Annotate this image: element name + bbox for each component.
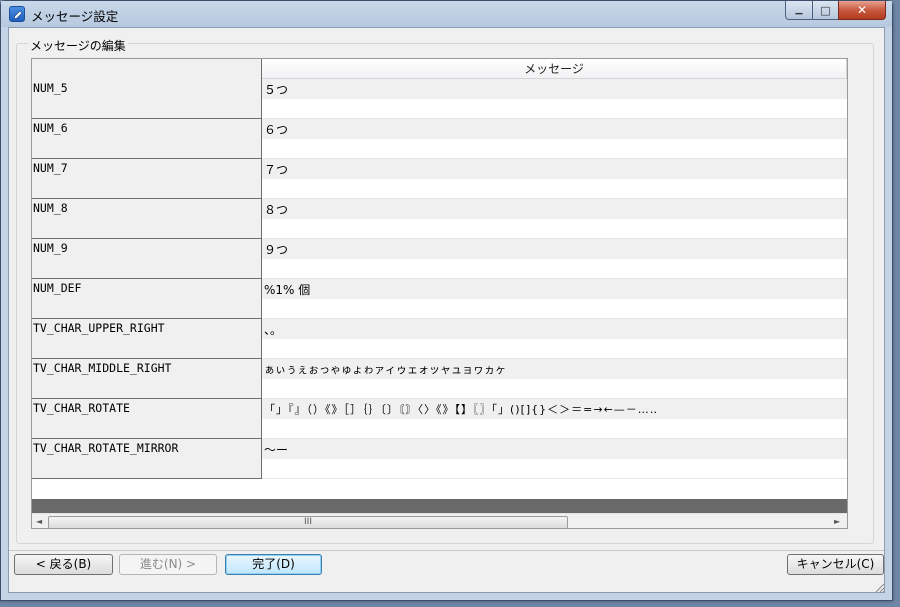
key-cell[interactable]: NUM_6	[32, 119, 262, 159]
table-row[interactable]: NUM_7 ７つ	[32, 159, 847, 199]
dialog-client-area: メッセージの編集 キー メッセージ NUM_5 ５つ NUM_6 ６つ	[8, 27, 885, 593]
horizontal-scroll-thumb[interactable]: III	[48, 516, 568, 528]
key-cell[interactable]: NUM_9	[32, 239, 262, 279]
key-cell[interactable]: NUM_5	[32, 79, 262, 119]
scroll-grip-icon: III	[304, 517, 312, 527]
scroll-right-arrow-icon[interactable]: ►	[834, 517, 840, 526]
message-cell-extra[interactable]	[262, 459, 847, 479]
message-cell-extra[interactable]	[262, 299, 847, 319]
minimize-button[interactable]: ▁	[785, 1, 813, 20]
message-cell[interactable]: ～ー	[262, 439, 847, 459]
message-cell-extra[interactable]	[262, 219, 847, 239]
title-bar[interactable]: メッセージ設定 ▁ □ ✕	[1, 1, 892, 27]
table-row[interactable]: TV_CHAR_MIDDLE_RIGHT ぁぃぅぇぉっゃゅょゎァィゥェォッャュョ…	[32, 359, 847, 399]
key-cell[interactable]: TV_CHAR_ROTATE_MIRROR	[32, 439, 262, 479]
message-cell-extra[interactable]	[262, 419, 847, 439]
table-row[interactable]: TV_CHAR_ROTATE_MIRROR ～ー	[32, 439, 847, 479]
message-cell-extra[interactable]	[262, 179, 847, 199]
message-cell[interactable]: %1% 個	[262, 279, 847, 299]
table-row[interactable]: TV_CHAR_ROTATE 「」『』（）《》［］｛｝〔〕〘〙〈〉《》【】〖〗「…	[32, 399, 847, 439]
table-row[interactable]: NUM_9 ９つ	[32, 239, 847, 279]
message-cell[interactable]: ６つ	[262, 119, 847, 139]
finish-button[interactable]: 完了(D)	[225, 554, 322, 575]
table-row[interactable]: NUM_6 ６つ	[32, 119, 847, 159]
table-row[interactable]: NUM_DEF %1% 個	[32, 279, 847, 319]
message-cell-extra[interactable]	[262, 259, 847, 279]
message-cell[interactable]: ５つ	[262, 79, 847, 99]
key-cell[interactable]: NUM_8	[32, 199, 262, 239]
message-cell[interactable]: 「」『』（）《》［］｛｝〔〕〘〙〈〉《》【】〖〗「」()[]{}＜＞＝=→←—－…	[262, 399, 847, 419]
key-cell[interactable]: TV_CHAR_UPPER_RIGHT	[32, 319, 262, 359]
message-cell[interactable]: ９つ	[262, 239, 847, 259]
message-cell-extra[interactable]	[262, 139, 847, 159]
pencil-app-icon	[9, 6, 25, 22]
table-row[interactable]: NUM_8 ８つ	[32, 199, 847, 239]
table-row[interactable]: NUM_5 ５つ	[32, 79, 847, 119]
group-label: メッセージの編集	[28, 37, 128, 54]
maximize-icon: □	[820, 3, 831, 17]
minimize-icon: ▁	[795, 5, 803, 15]
grid-bottom-bar	[32, 499, 847, 513]
message-grid: キー メッセージ NUM_5 ５つ NUM_6 ６つ NU	[31, 58, 848, 529]
window-title: メッセージ設定	[31, 9, 119, 24]
table-row[interactable]: TV_CHAR_UPPER_RIGHT 、。	[32, 319, 847, 359]
grid-rows: NUM_5 ５つ NUM_6 ６つ NUM_7 ７つ NUM_8 ８つ NUM_…	[32, 59, 847, 499]
message-cell[interactable]: ７つ	[262, 159, 847, 179]
message-cell-extra[interactable]	[262, 379, 847, 399]
message-cell[interactable]: ８つ	[262, 199, 847, 219]
vertical-scrollbar[interactable]: ▲ ≡ ▼	[847, 59, 848, 514]
message-cell-extra[interactable]	[262, 339, 847, 359]
close-button[interactable]: ✕	[838, 1, 886, 20]
back-button[interactable]: < 戻る(B)	[14, 554, 113, 575]
dialog-window: メッセージ設定 ▁ □ ✕ メッセージの編集 キー メッセージ NUM_5 ５つ	[0, 0, 893, 601]
footer-separator	[9, 550, 884, 551]
scroll-left-arrow-icon[interactable]: ◄	[36, 517, 42, 526]
key-cell[interactable]: NUM_7	[32, 159, 262, 199]
message-cell[interactable]: ぁぃぅぇぉっゃゅょゎァィゥェォッャュョヮヵヶ	[262, 359, 847, 379]
resize-grip-icon[interactable]	[873, 581, 885, 593]
message-cell[interactable]: 、。	[262, 319, 847, 339]
message-cell-extra[interactable]	[262, 99, 847, 119]
close-icon: ✕	[856, 3, 868, 17]
next-button[interactable]: 進む(N) >	[119, 554, 217, 575]
key-cell[interactable]: TV_CHAR_MIDDLE_RIGHT	[32, 359, 262, 399]
key-cell[interactable]: NUM_DEF	[32, 279, 262, 319]
horizontal-scrollbar[interactable]: ◄ III ►	[32, 513, 847, 528]
maximize-button[interactable]: □	[812, 1, 839, 20]
key-cell[interactable]: TV_CHAR_ROTATE	[32, 399, 262, 439]
cancel-button[interactable]: キャンセル(C)	[787, 554, 884, 575]
